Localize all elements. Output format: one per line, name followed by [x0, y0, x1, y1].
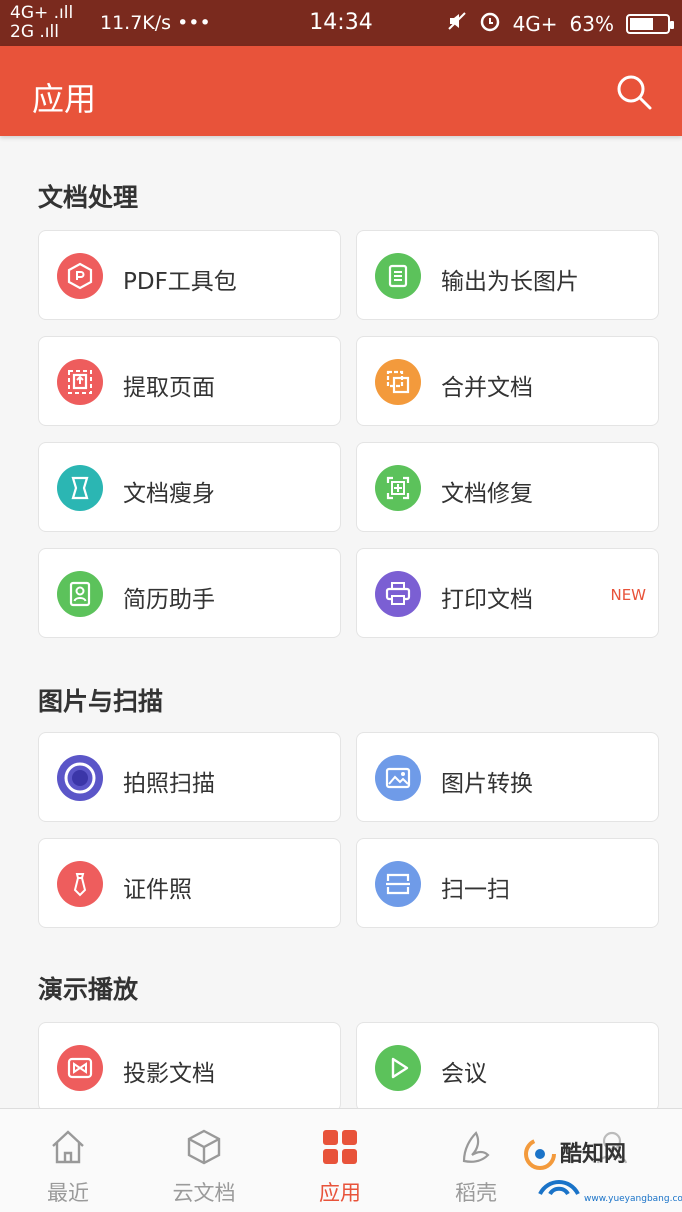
resume-icon — [57, 571, 103, 617]
app-label: PDF工具包 — [123, 269, 237, 295]
app-image-convert[interactable]: 图片转换 — [356, 732, 659, 822]
extract-page-icon — [57, 359, 103, 405]
shell-icon — [462, 1131, 490, 1163]
app-long-image[interactable]: 输出为长图片 — [356, 230, 659, 320]
app-label: 投影文档 — [123, 1061, 215, 1087]
app-resume[interactable]: 简历助手 — [38, 548, 341, 638]
app-label: 输出为长图片 — [441, 269, 579, 295]
watermark-wifi-icon — [538, 1180, 580, 1196]
battery-percent: 63% — [569, 11, 614, 36]
app-merge-docs[interactable]: 合并文档 — [356, 336, 659, 426]
nav-label: 云文档 — [172, 1181, 236, 1205]
mute-icon — [447, 11, 467, 36]
home-icon — [52, 1130, 84, 1164]
id-photo-icon — [57, 861, 103, 907]
nav-recent[interactable]: 最近 — [0, 1109, 136, 1212]
watermark-logo-icon — [524, 1138, 556, 1170]
nav-label: 最近 — [47, 1181, 89, 1205]
network-type: 4G+ — [512, 11, 558, 36]
app-label: 简历助手 — [123, 587, 215, 613]
app-label: 打印文档 — [441, 587, 533, 613]
app-label: 扫一扫 — [441, 877, 510, 903]
nav-apps[interactable]: 应用 — [272, 1109, 408, 1212]
scan-icon — [375, 861, 421, 907]
apps-grid-icon — [323, 1130, 357, 1164]
nav-label: 应用 — [319, 1181, 361, 1205]
battery-icon — [626, 13, 674, 34]
app-label: 文档修复 — [441, 481, 533, 507]
watermark: 酷知网 www.yueyangbang.com — [522, 1132, 682, 1212]
section-title-image-scan: 图片与扫描 — [38, 687, 164, 716]
merge-docs-icon — [375, 359, 421, 405]
app-label: 会议 — [441, 1061, 487, 1087]
app-extract-page[interactable]: 提取页面 — [38, 336, 341, 426]
app-label: 合并文档 — [441, 375, 533, 401]
new-badge: NEW — [610, 586, 646, 604]
app-bar: 应用 — [0, 46, 682, 136]
repair-doc-icon — [375, 465, 421, 511]
section-title-document: 文档处理 — [38, 183, 139, 212]
app-label: 图片转换 — [441, 771, 533, 797]
app-label: 拍照扫描 — [123, 771, 215, 797]
app-print-doc[interactable]: 打印文档 NEW — [356, 548, 659, 638]
status-icons: 4G+ 63% — [447, 10, 674, 37]
long-image-icon — [375, 253, 421, 299]
projection-icon — [57, 1045, 103, 1091]
section-title-presentation: 演示播放 — [38, 975, 139, 1004]
nav-cloud-docs[interactable]: 云文档 — [136, 1109, 272, 1212]
app-projection[interactable]: 投影文档 — [38, 1022, 341, 1112]
app-label: 文档瘦身 — [123, 481, 215, 507]
app-slim-doc[interactable]: 文档瘦身 — [38, 442, 341, 532]
slim-doc-icon — [57, 465, 103, 511]
app-label: 提取页面 — [123, 375, 215, 401]
pdf-toolkit-icon — [57, 253, 103, 299]
page-title: 应用 — [32, 80, 97, 118]
app-id-photo[interactable]: 证件照 — [38, 838, 341, 928]
meeting-icon — [375, 1045, 421, 1091]
watermark-url: www.yueyangbang.com — [584, 1194, 682, 1204]
app-meeting[interactable]: 会议 — [356, 1022, 659, 1112]
status-bar: 4G+ .ıll 2G .ıll 11.7K/s ••• 14:34 4G+ 6… — [0, 0, 682, 46]
app-repair-doc[interactable]: 文档修复 — [356, 442, 659, 532]
print-icon — [375, 571, 421, 617]
camera-scan-icon — [57, 755, 103, 801]
app-camera-scan[interactable]: 拍照扫描 — [38, 732, 341, 822]
app-pdf-toolkit[interactable]: PDF工具包 — [38, 230, 341, 320]
watermark-title: 酷知网 — [560, 1142, 627, 1167]
battery-level — [630, 17, 653, 30]
alarm-icon — [479, 10, 501, 37]
search-icon — [617, 75, 652, 110]
app-label: 证件照 — [123, 877, 192, 903]
cloud-doc-icon — [187, 1129, 221, 1165]
app-scan[interactable]: 扫一扫 — [356, 838, 659, 928]
search-button[interactable] — [614, 72, 654, 112]
image-convert-icon — [375, 755, 421, 801]
